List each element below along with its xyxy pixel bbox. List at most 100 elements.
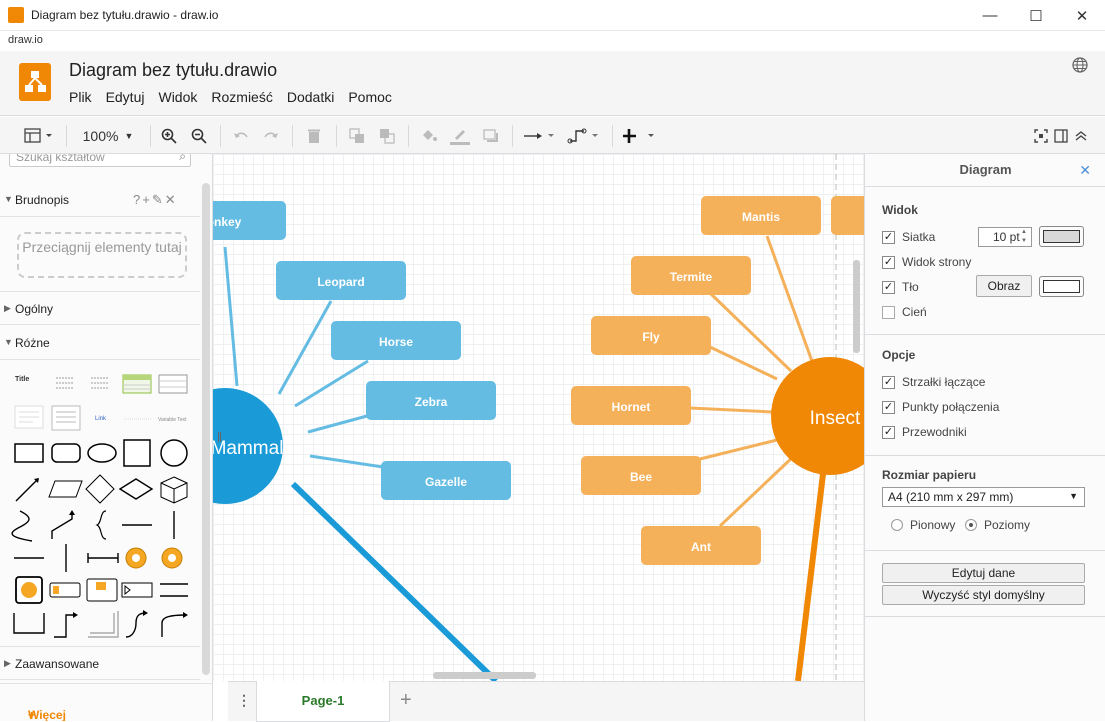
- zoom-in-icon[interactable]: [158, 125, 180, 147]
- page-view-checkbox[interactable]: ✓ Widok strony: [882, 255, 971, 269]
- canvas-horizontal-scrollbar[interactable]: [433, 672, 536, 679]
- insert-icon[interactable]: [622, 125, 658, 147]
- shadow-label: Cień: [902, 305, 927, 319]
- shape-variable-text[interactable]: Variable Text: [158, 417, 186, 423]
- insect-node-label: Hornet: [612, 400, 651, 414]
- delete-icon[interactable]: [303, 125, 325, 147]
- options-section-title: Opcje: [882, 348, 916, 362]
- close-icon[interactable]: ✕: [1079, 162, 1091, 179]
- expand-arrow-icon: ▼: [4, 337, 13, 347]
- more-shapes-button[interactable]: + Więcej kształtów...: [0, 683, 212, 721]
- diagram-canvas[interactable]: Mammal Monkey Leopard Horse Zebra Gazell…: [213, 154, 864, 681]
- edit-icon[interactable]: ✎: [152, 192, 165, 207]
- insect-node-label: Termite: [670, 270, 713, 284]
- page-tab-1[interactable]: Page-1: [256, 681, 390, 722]
- shape-list-b[interactable]: [87, 374, 113, 392]
- shape-list-a[interactable]: [52, 374, 78, 392]
- expand-arrow-icon: ▼: [4, 194, 13, 204]
- mammal-center-label: Mammal: [213, 438, 283, 459]
- shape-search-input[interactable]: Szukaj kształtów ⌕: [9, 154, 191, 167]
- shadow-icon[interactable]: [480, 125, 502, 147]
- zoom-dropdown[interactable]: 100% ▼: [76, 125, 140, 147]
- menu-arrange[interactable]: Rozmieść: [204, 89, 279, 109]
- sidebar-resize-handle[interactable]: [218, 432, 221, 442]
- search-icon[interactable]: ⌕: [179, 154, 186, 164]
- shape-list-doc[interactable]: [50, 404, 82, 432]
- clear-default-style-button[interactable]: Wyczyść styl domyślny: [882, 585, 1085, 605]
- canvas-vertical-scrollbar[interactable]: [853, 260, 860, 353]
- menu-view[interactable]: Widok: [151, 89, 204, 109]
- to-back-icon[interactable]: [376, 125, 398, 147]
- insect-node-partial[interactable]: [831, 196, 864, 235]
- grid-label: Siatka: [902, 230, 936, 244]
- guides-checkbox[interactable]: ✓ Przewodniki: [882, 425, 967, 439]
- menubar: Plik Edytuj Widok Rozmieść Dodatki Pomoc: [62, 89, 399, 109]
- format-panel-icon[interactable]: [22, 125, 56, 147]
- document-title[interactable]: Diagram bez tytułu.drawio: [69, 60, 277, 81]
- close-window-button[interactable]: ✕: [1059, 0, 1105, 31]
- fill-color-icon[interactable]: [418, 125, 440, 147]
- view-section-title: Widok: [882, 203, 918, 217]
- shape-link[interactable]: Link: [95, 416, 106, 422]
- maximize-button[interactable]: ☐: [1013, 0, 1059, 31]
- menu-edit[interactable]: Edytuj: [99, 89, 152, 109]
- shape-text-lines[interactable]: [122, 414, 154, 424]
- image-button[interactable]: Obraz: [976, 275, 1032, 297]
- collapse-icon[interactable]: [1072, 125, 1090, 147]
- page-tabs-bar: ⋮ Page-1 +: [228, 681, 864, 722]
- menu-extras[interactable]: Dodatki: [280, 89, 341, 109]
- section-advanced[interactable]: ▶ Zaawansowane: [0, 646, 200, 680]
- portrait-radio[interactable]: Pionowy: [891, 518, 955, 532]
- language-globe-icon[interactable]: [1071, 56, 1089, 74]
- app-icon: [8, 7, 24, 23]
- insect-node-label: Mantis: [742, 210, 780, 224]
- sidebar-scrollbar[interactable]: [202, 183, 210, 675]
- window-title: Diagram bez tytułu.drawio - draw.io: [31, 8, 219, 22]
- menu-help[interactable]: Pomoc: [341, 89, 399, 109]
- landscape-radio[interactable]: Poziomy: [965, 518, 1030, 532]
- close-icon[interactable]: ✕: [165, 192, 178, 207]
- background-checkbox[interactable]: ✓ Tło: [882, 280, 919, 294]
- help-icon[interactable]: ?: [133, 192, 142, 207]
- connection-icon[interactable]: [522, 125, 558, 147]
- shape-title[interactable]: Title: [15, 376, 45, 383]
- connection-arrows-checkbox[interactable]: ✓ Strzałki łączące: [882, 375, 985, 389]
- pages-menu-icon[interactable]: ⋮: [237, 692, 251, 709]
- line-color-icon[interactable]: [449, 125, 471, 147]
- background-color-swatch[interactable]: [1039, 276, 1084, 297]
- stepper-icon[interactable]: ▲ ▼: [1021, 228, 1027, 246]
- shadow-checkbox[interactable]: Cień: [882, 305, 927, 319]
- connection-points-checkbox[interactable]: ✓ Punkty połączenia: [882, 400, 999, 414]
- minimize-button[interactable]: —: [967, 0, 1013, 31]
- scratchpad-drop-zone[interactable]: Przeciągnij elementy tutaj: [17, 232, 187, 278]
- fullscreen-icon[interactable]: [1032, 125, 1050, 147]
- grid-color-swatch[interactable]: [1039, 226, 1084, 247]
- shape-row-connectors: [13, 610, 188, 638]
- section-general[interactable]: ▶ Ogólny: [0, 291, 200, 325]
- undo-icon[interactable]: [230, 125, 252, 147]
- paper-size-value: A4 (210 mm x 297 mm): [888, 490, 1014, 504]
- zoom-out-icon[interactable]: [188, 125, 210, 147]
- redo-icon[interactable]: [260, 125, 282, 147]
- format-panel: Diagram ✕ Widok ✓ Siatka 10 pt ▲ ▼ ✓ Widok …: [864, 154, 1105, 721]
- insect-node-label: Fly: [642, 330, 660, 344]
- add-icon[interactable]: +: [142, 192, 152, 207]
- shape-table-green[interactable]: [122, 374, 152, 394]
- menu-file[interactable]: Plik: [62, 89, 99, 109]
- shape-document[interactable]: [13, 404, 45, 430]
- edit-data-button[interactable]: Edytuj dane: [882, 563, 1085, 583]
- background-label: Tło: [902, 280, 919, 294]
- paper-size-select[interactable]: A4 (210 mm x 297 mm) ▼: [882, 487, 1085, 507]
- to-front-icon[interactable]: [346, 125, 368, 147]
- grid-checkbox[interactable]: ✓ Siatka: [882, 230, 935, 244]
- mammal-main-edge: [290, 481, 499, 681]
- waypoints-icon[interactable]: [566, 125, 602, 147]
- shape-row-basic: [14, 439, 188, 467]
- url-text: draw.io: [8, 34, 43, 46]
- add-page-icon[interactable]: +: [400, 689, 412, 712]
- view-section: Widok ✓ Siatka 10 pt ▲ ▼ ✓ Widok strony ✓ Tł…: [865, 187, 1105, 335]
- shape-table-grey[interactable]: [158, 374, 188, 394]
- section-misc[interactable]: ▼ Różne: [0, 326, 200, 360]
- portrait-label: Pionowy: [910, 518, 956, 532]
- toggle-panel-icon[interactable]: [1052, 125, 1070, 147]
